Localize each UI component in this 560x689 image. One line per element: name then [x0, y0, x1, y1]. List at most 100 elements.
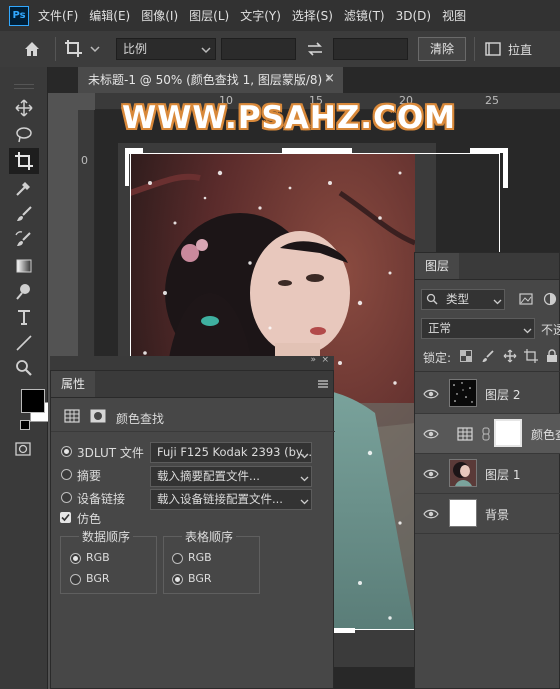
- move-tool-icon[interactable]: [14, 98, 34, 118]
- layer-row-background[interactable]: 背景: [415, 494, 560, 534]
- table-order-bgr-label: BGR: [188, 572, 212, 585]
- lock-transparent-icon[interactable]: [460, 350, 472, 362]
- dodge-tool-icon[interactable]: [14, 282, 34, 302]
- radio-data-order-bgr[interactable]: [70, 574, 81, 585]
- radio-device-link[interactable]: [61, 492, 72, 503]
- ruler-tick-label: 0: [81, 154, 88, 167]
- filter-adjustment-icon[interactable]: [543, 292, 557, 306]
- layer-name[interactable]: 图层 1: [485, 466, 520, 483]
- collapse-panel-icon[interactable]: »: [310, 355, 316, 365]
- menu-file[interactable]: 文件(F): [38, 7, 78, 24]
- radio-table-order-bgr[interactable]: [172, 574, 183, 585]
- filter-pixel-icon[interactable]: [519, 292, 533, 306]
- watermark-text: WWW.PSAHZ.COM: [122, 100, 457, 136]
- crop-tool-icon[interactable]: [14, 151, 34, 171]
- brush-tool-icon[interactable]: [14, 204, 34, 224]
- menu-view[interactable]: 视图: [442, 7, 466, 24]
- panel-collapse-bar[interactable]: » ×: [50, 355, 334, 370]
- tab-layers[interactable]: 图层: [415, 253, 460, 279]
- properties-panel: 属性 颜色查找 3DLUT 文件 Fuji F125 Kodak 2393 (b…: [50, 370, 335, 689]
- lock-label: 锁定:: [423, 351, 452, 365]
- zoom-tool-icon[interactable]: [14, 358, 34, 378]
- option-label-3dlut: 3DLUT 文件: [77, 446, 144, 460]
- swap-icon[interactable]: [306, 40, 324, 58]
- panel-menu-icon[interactable]: [317, 378, 329, 390]
- height-field[interactable]: [333, 38, 408, 60]
- ruler-tick-label: 25: [485, 94, 499, 107]
- select-abstract-profile[interactable]: 载入摘要配置文件...: [150, 466, 312, 487]
- layer-row-layer-2[interactable]: 图层 2: [415, 374, 560, 414]
- radio-table-order-rgb[interactable]: [172, 553, 183, 564]
- quick-mask-icon[interactable]: [14, 440, 32, 458]
- foreground-color-swatch[interactable]: [21, 389, 45, 413]
- lock-position-icon[interactable]: [503, 349, 517, 363]
- menu-select[interactable]: 选择(S): [292, 7, 333, 24]
- crop-handle-right-top[interactable]: [503, 148, 508, 188]
- menu-type[interactable]: 文字(Y): [240, 7, 281, 24]
- home-icon[interactable]: [22, 39, 42, 59]
- blend-mode-select[interactable]: 正常: [421, 318, 535, 339]
- lock-artboard-icon[interactable]: [524, 349, 538, 363]
- layer-thumbnail-photo[interactable]: [449, 459, 477, 487]
- tab-properties[interactable]: 属性: [51, 371, 96, 397]
- layer-name[interactable]: 背景: [485, 506, 509, 523]
- chevron-down-icon: [493, 295, 502, 305]
- option-label-abstract: 摘要: [77, 469, 102, 483]
- default-colors-icon[interactable]: [20, 420, 30, 430]
- chevron-down-icon: [300, 472, 309, 482]
- photoshop-logo[interactable]: Ps: [9, 5, 29, 26]
- document-tab-title: 未标题-1 @ 50% (颜色查找 1, 图层蒙版/8) *: [88, 73, 333, 87]
- layer-thumbnail-white[interactable]: [449, 499, 477, 527]
- table-order-rgb-label: RGB: [188, 551, 212, 564]
- clear-button[interactable]: 清除: [418, 37, 466, 61]
- eye-icon[interactable]: [423, 506, 439, 522]
- lock-pixels-icon[interactable]: [481, 349, 495, 363]
- history-brush-tool-icon[interactable]: [14, 230, 34, 250]
- link-icon[interactable]: [482, 427, 490, 441]
- layers-panel-header: 图层: [415, 253, 559, 280]
- menu-image[interactable]: 图像(I): [141, 7, 178, 24]
- opacity-label: 不透: [541, 323, 560, 337]
- layer-name[interactable]: 颜色查: [531, 426, 560, 443]
- eye-icon[interactable]: [423, 426, 439, 442]
- mask-icon[interactable]: [90, 409, 106, 423]
- radio-data-order-rgb[interactable]: [70, 553, 81, 564]
- options-bar: 比例 清除 拉直: [0, 31, 560, 68]
- straighten-icon[interactable]: [484, 40, 502, 58]
- close-panel-icon[interactable]: ×: [321, 355, 329, 365]
- gradient-tool-icon[interactable]: [14, 256, 34, 276]
- select-3dlut-file[interactable]: Fuji F125 Kodak 2393 (by...: [150, 442, 312, 463]
- crop-tool-preset-icon[interactable]: [64, 39, 104, 59]
- straighten-label[interactable]: 拉直: [508, 41, 532, 58]
- menu-edit[interactable]: 编辑(E): [89, 7, 130, 24]
- chevron-down-icon: [201, 44, 211, 54]
- menu-layer[interactable]: 图层(L): [189, 7, 229, 24]
- menu-3d[interactable]: 3D(D): [396, 9, 431, 23]
- lasso-tool-icon[interactable]: [14, 125, 34, 145]
- select-device-link-profile[interactable]: 载入设备链接配置文件...: [150, 489, 312, 510]
- adjustment-title: 颜色查找: [116, 412, 165, 426]
- crop-handle-top-left[interactable]: [125, 148, 143, 154]
- data-order-rgb-label: RGB: [86, 551, 110, 564]
- radio-3dlut[interactable]: [61, 446, 72, 457]
- layer-name[interactable]: 图层 2: [485, 386, 520, 403]
- eyedropper-tool-icon[interactable]: [14, 178, 34, 198]
- close-tab-icon[interactable]: ×: [324, 71, 336, 87]
- layer-row-layer-1[interactable]: 图层 1: [415, 454, 560, 494]
- dither-checkbox[interactable]: [60, 512, 71, 523]
- type-tool-icon[interactable]: [14, 307, 34, 327]
- eye-icon[interactable]: [423, 466, 439, 482]
- line-tool-icon[interactable]: [14, 333, 34, 353]
- layer-mask-thumbnail[interactable]: [494, 419, 522, 447]
- eye-icon[interactable]: [423, 386, 439, 402]
- layer-thumbnail-snow[interactable]: [449, 379, 477, 407]
- layer-row-color-lookup[interactable]: 颜色查: [415, 414, 560, 454]
- menu-filter[interactable]: 滤镜(T): [344, 7, 385, 24]
- lock-all-icon[interactable]: [546, 349, 558, 363]
- document-tab[interactable]: 未标题-1 @ 50% (颜色查找 1, 图层蒙版/8) *: [78, 67, 343, 93]
- radio-abstract[interactable]: [61, 469, 72, 480]
- crop-handle-top-center[interactable]: [282, 148, 352, 153]
- width-field[interactable]: [221, 38, 296, 60]
- toolbar-grip[interactable]: [14, 84, 34, 89]
- chevron-down-icon: [300, 495, 309, 505]
